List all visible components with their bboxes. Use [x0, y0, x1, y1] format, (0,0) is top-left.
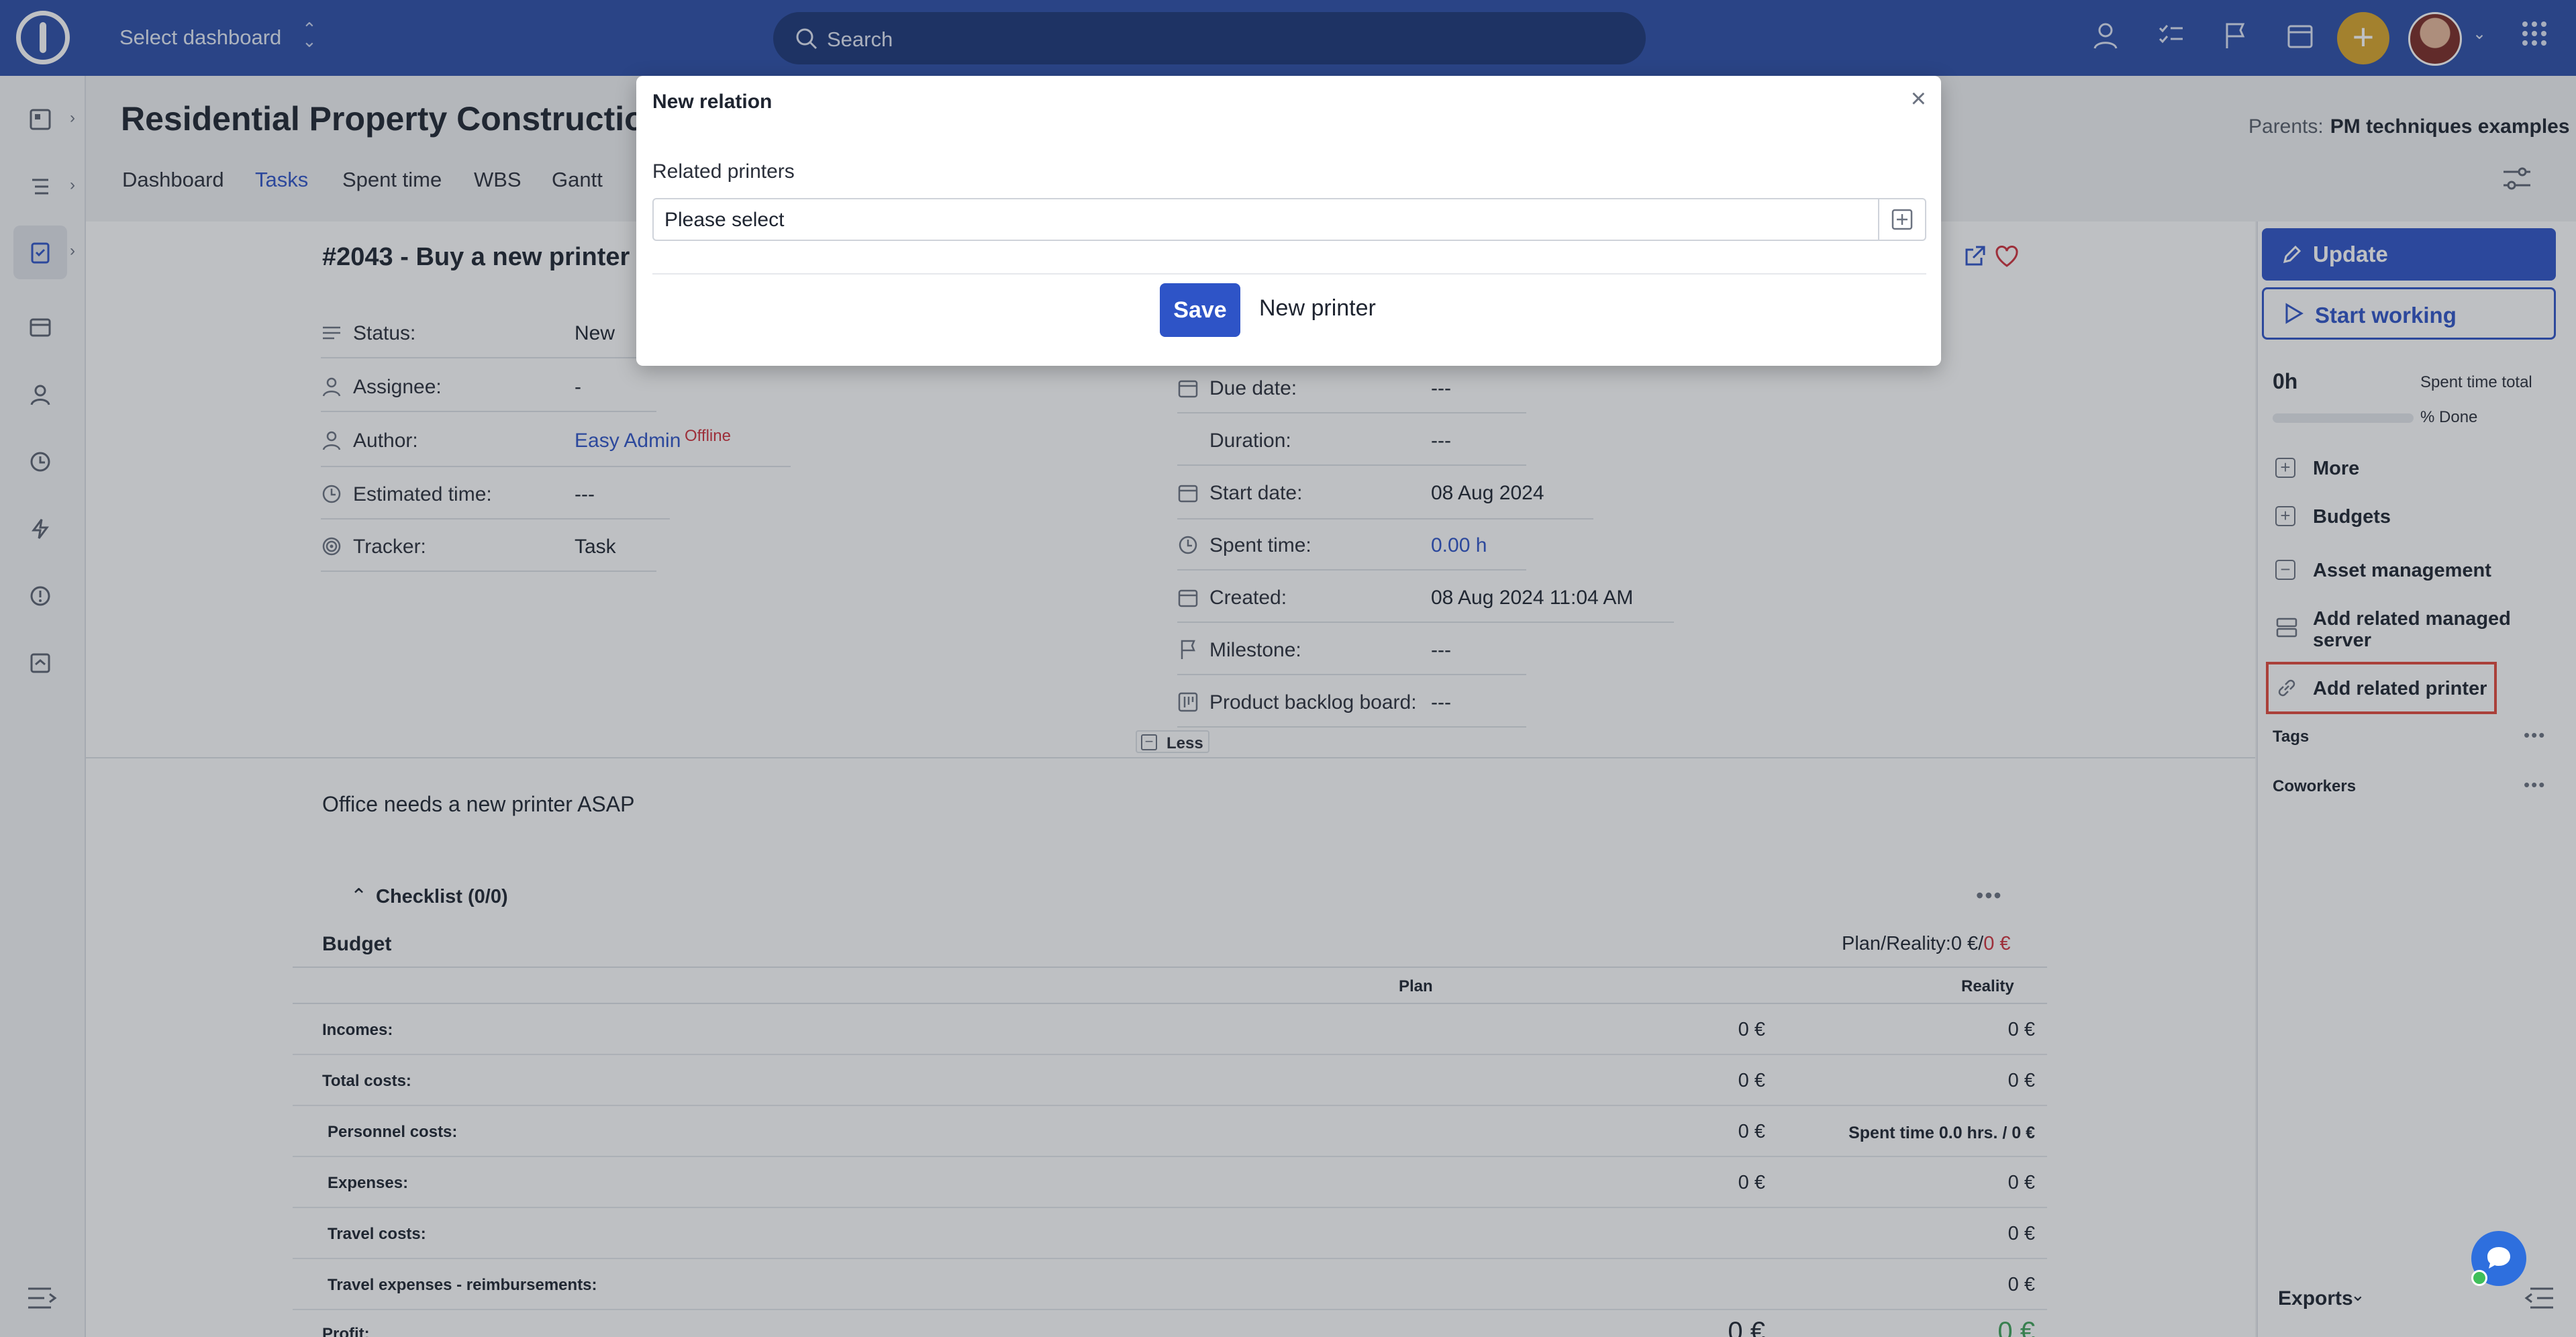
related-printers-select[interactable]: Please select [652, 198, 1926, 241]
new-relation-dialog: New relation × Related printers Please s… [636, 76, 1941, 366]
save-button[interactable]: Save [1160, 283, 1240, 337]
close-icon[interactable]: × [1911, 85, 1926, 112]
dialog-title: New relation [652, 91, 773, 113]
plus-square-icon [1891, 209, 1913, 230]
chat-icon [2487, 1247, 2510, 1269]
divider [652, 273, 1926, 275]
related-printers-label: Related printers [652, 160, 795, 183]
add-item-button[interactable] [1878, 199, 1925, 240]
new-printer-button[interactable]: New printer [1259, 295, 1376, 321]
online-status-dot [2471, 1270, 2487, 1286]
select-value: Please select [664, 209, 785, 231]
